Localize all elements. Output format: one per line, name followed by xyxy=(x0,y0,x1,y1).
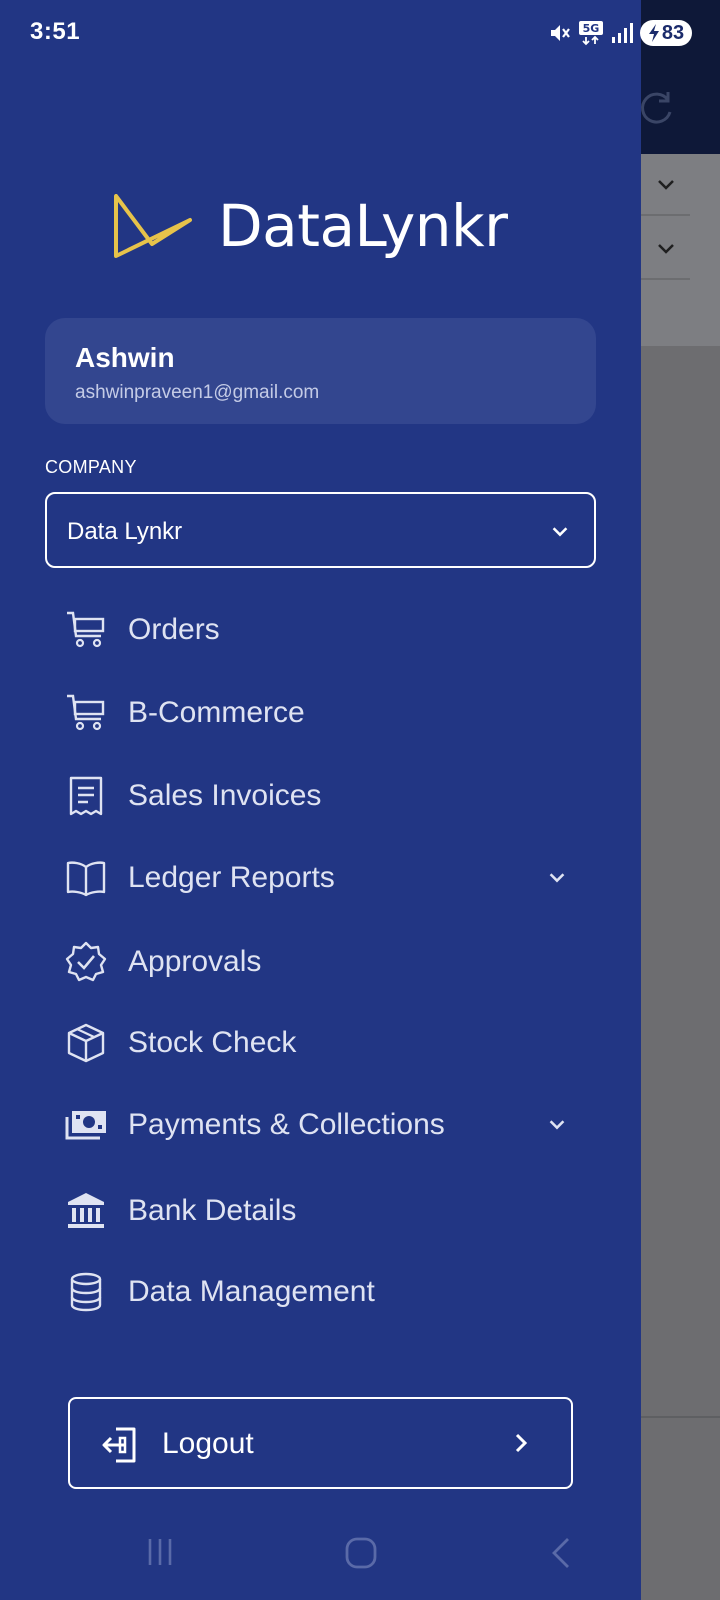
user-email: ashwinpraveen1@gmail.com xyxy=(75,382,320,403)
menu-item-label: Payments & Collections xyxy=(128,1108,445,1141)
menu-item-stock-check[interactable]: Stock Check xyxy=(64,1013,584,1073)
recent-apps-button[interactable] xyxy=(144,1536,176,1573)
menu-item-label: Approvals xyxy=(128,945,262,978)
signal-icon xyxy=(612,23,633,43)
menu-item-ledger-reports[interactable]: Ledger Reports xyxy=(64,848,584,908)
cart-icon xyxy=(64,691,108,735)
book-icon xyxy=(64,856,108,900)
chevron-down-icon xyxy=(549,520,571,547)
menu-item-label: Stock Check xyxy=(128,1026,297,1059)
chevron-down-icon xyxy=(546,1113,568,1140)
brand-name: DataLynkr xyxy=(218,192,508,260)
menu-item-orders[interactable]: Orders xyxy=(64,600,584,660)
network-label: 5G xyxy=(583,22,600,35)
menu-item-label: B-Commerce xyxy=(128,696,305,729)
badge-check-icon xyxy=(64,940,108,984)
system-navigation-bar xyxy=(0,1512,720,1600)
chevron-right-icon xyxy=(510,1431,532,1460)
chevron-down-icon xyxy=(654,236,678,265)
menu-item-label: Orders xyxy=(128,613,220,646)
user-profile-card[interactable]: Ashwin ashwinpraveen1@gmail.com xyxy=(45,318,596,424)
background-filter-row xyxy=(640,216,690,280)
cash-icon xyxy=(64,1103,108,1147)
company-dropdown[interactable]: Data Lynkr xyxy=(45,492,596,568)
menu-item-label: Ledger Reports xyxy=(128,861,335,894)
logout-label: Logout xyxy=(162,1427,254,1460)
bank-icon xyxy=(64,1189,108,1233)
back-icon xyxy=(552,1538,569,1568)
chevron-down-icon xyxy=(654,172,678,201)
user-name: Ashwin xyxy=(75,342,175,373)
navigation-drawer: DataLynkr Ashwin ashwinpraveen1@gmail.co… xyxy=(0,0,641,1600)
battery-indicator: 83 xyxy=(640,20,692,46)
menu-item-sales-invoices[interactable]: Sales Invoices xyxy=(64,766,584,826)
background-filter-row xyxy=(640,152,690,216)
company-selected-value: Data Lynkr xyxy=(67,518,183,545)
background-divider xyxy=(640,1416,720,1418)
recent-apps-icon xyxy=(148,1539,172,1565)
status-bar: 3:51 5G 83 xyxy=(0,0,720,68)
menu-item-label: Sales Invoices xyxy=(128,779,322,812)
brand-logo: DataLynkr xyxy=(112,192,508,260)
cart-icon xyxy=(64,608,108,652)
background-content xyxy=(640,346,720,1600)
charging-icon xyxy=(648,24,659,42)
datalynkr-logo-icon xyxy=(114,194,192,258)
battery-level: 83 xyxy=(661,21,685,44)
logout-button[interactable]: Logout xyxy=(68,1397,573,1489)
status-time: 3:51 xyxy=(30,18,81,45)
logout-icon xyxy=(100,1425,140,1470)
home-icon xyxy=(345,1537,377,1569)
refresh-icon xyxy=(636,88,676,133)
menu-item-data-management[interactable]: Data Management xyxy=(64,1262,584,1322)
box-icon xyxy=(64,1021,108,1065)
status-icons: 5G 83 xyxy=(548,20,692,46)
menu-item-b-commerce[interactable]: B-Commerce xyxy=(64,683,584,743)
menu-item-approvals[interactable]: Approvals xyxy=(64,932,584,992)
mute-icon xyxy=(551,25,570,41)
menu-item-label: Data Management xyxy=(128,1275,375,1308)
company-label: COMPANY xyxy=(45,457,137,477)
menu-item-bank-details[interactable]: Bank Details xyxy=(64,1181,584,1241)
menu-item-payments-collections[interactable]: Payments & Collections xyxy=(64,1095,584,1155)
database-icon xyxy=(64,1270,108,1314)
chevron-down-icon xyxy=(546,866,568,893)
menu-item-label: Bank Details xyxy=(128,1194,297,1227)
network-5g-icon: 5G xyxy=(579,21,603,46)
back-button[interactable] xyxy=(548,1536,574,1575)
home-button[interactable] xyxy=(344,1536,378,1575)
receipt-icon xyxy=(64,774,108,818)
